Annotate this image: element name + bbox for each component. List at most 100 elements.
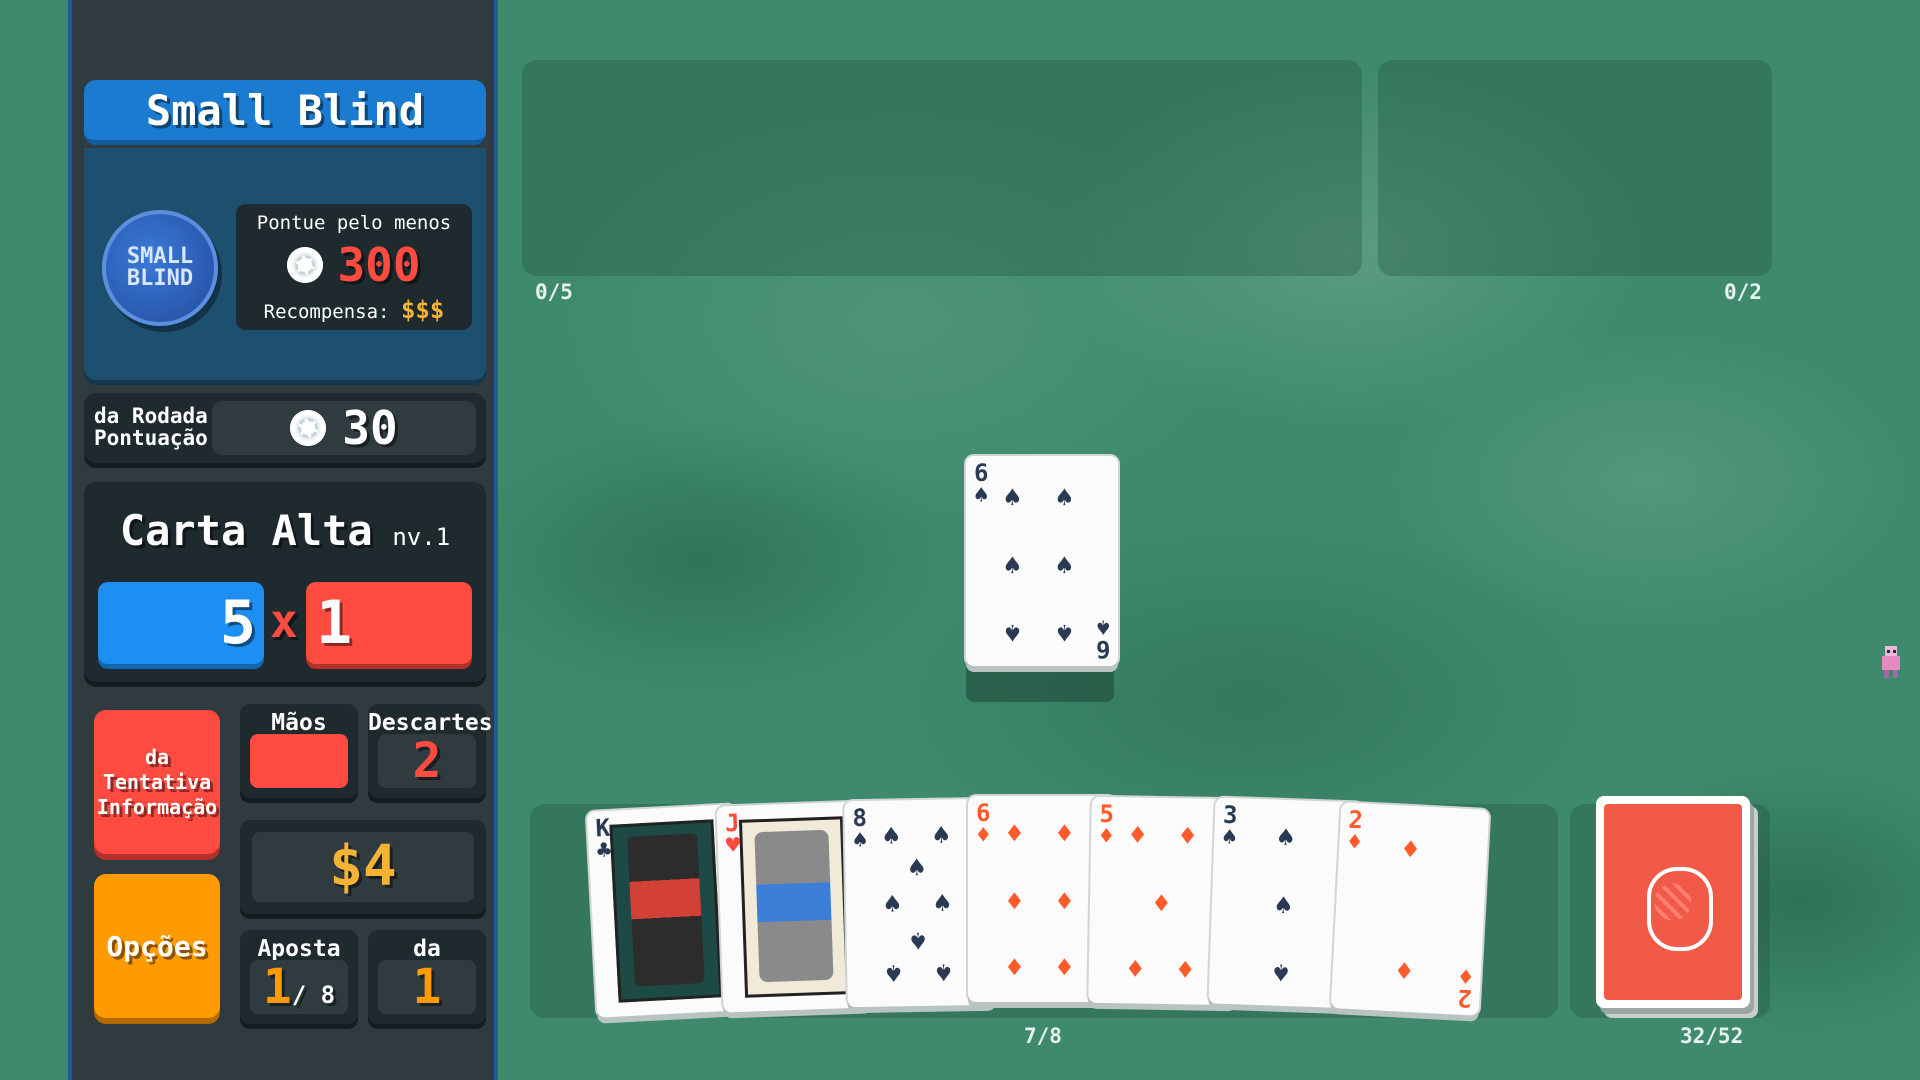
reward-label: Recompensa:	[263, 301, 390, 323]
diamond-pip-icon: ♦	[1394, 954, 1414, 989]
spade-pip-icon: ♠	[1274, 888, 1293, 923]
card-suit: ♠	[1221, 822, 1238, 852]
card-suit: ♦	[1098, 821, 1114, 851]
target-score: 300	[337, 238, 421, 292]
round-value: 1	[412, 959, 442, 1015]
joker-counter: 0/5	[535, 280, 573, 304]
played-card[interactable]: 6 ♠ ♠ ♠ ♠ ♠ ♠ ♠ 6 ♠	[966, 456, 1118, 666]
small-blind-chip-icon: SMALL BLIND	[102, 210, 218, 326]
played-card-corner: 6 ♠	[974, 461, 989, 509]
target-score-row: 300	[236, 238, 472, 292]
round-score-label-line1: da Rodada	[94, 404, 208, 428]
hands-remaining-panel: Mãos	[240, 704, 358, 798]
diamond-pip-icon: ♦	[1401, 832, 1420, 867]
round-score-box: 30	[212, 401, 476, 455]
discards-remaining-panel: Descartes 2	[368, 704, 493, 798]
round-value-box: 1	[378, 960, 476, 1014]
target-score-box: Pontue pelo menos 300 Recompensa: $$$	[236, 204, 472, 330]
hands-value	[250, 734, 348, 788]
hand-size-counter: 7/8	[1024, 1024, 1062, 1048]
hands-label: Mãos	[271, 710, 327, 736]
card-suit: ♦	[1457, 961, 1474, 991]
diamond-pip-icon: ♦	[1006, 951, 1023, 984]
blind-info-panel: SMALL BLIND Pontue pelo menos 300 Recomp…	[84, 148, 486, 380]
spade-pip-icon: ♠	[932, 818, 950, 852]
spade-pip-icon: ♠	[1056, 481, 1073, 514]
card-corner: 5 ♦	[1098, 800, 1114, 851]
deck-card-back	[1604, 804, 1742, 1000]
spade-pip-icon: ♠	[884, 956, 903, 990]
run-info-button[interactable]: da Tentativa Informação	[94, 710, 220, 854]
round-score-panel: da Rodada Pontuação 30	[84, 393, 486, 463]
reward-value: $$$	[400, 296, 445, 324]
chip-icon	[287, 247, 324, 283]
card-corner: K ♣	[595, 814, 612, 865]
deck-counter: 32/52	[1680, 1024, 1744, 1048]
diamond-pip-icon: ♦	[1006, 885, 1023, 918]
spade-pip-icon: ♠	[883, 887, 902, 921]
spade-pip-icon: ♠	[909, 923, 927, 958]
round-panel: da Rodada 1	[368, 930, 486, 1024]
diamond-pip-icon: ♦	[1056, 885, 1073, 918]
deck-pile[interactable]	[1596, 796, 1750, 1008]
diamond-pip-icon: ♦	[1178, 819, 1197, 853]
options-button[interactable]: Opções	[94, 874, 220, 1018]
card-corner: 2 ♦	[1346, 806, 1364, 857]
ante-value-box: 1/ 8	[250, 960, 348, 1014]
spade-pip-icon: ♠	[1056, 549, 1073, 582]
money-value: $4	[252, 832, 474, 902]
spade-pip-icon: ♠	[934, 955, 953, 989]
diamond-pip-icon: ♦	[1006, 817, 1023, 850]
hand-card-two-diamonds[interactable]: 2 ♦ ♦ ♦ 2 ♦	[1330, 802, 1490, 1016]
ante-panel: Aposta 1/ 8	[240, 930, 358, 1024]
chip-icon	[290, 410, 327, 446]
money-panel: $4	[240, 820, 486, 914]
spade-pip-icon: ♠	[1004, 549, 1021, 582]
target-label: Pontue pelo menos	[256, 212, 452, 234]
spade-pip-icon: ♠	[1056, 616, 1073, 649]
multiply-sign: x	[270, 594, 298, 648]
diamond-pip-icon: ♦	[1152, 886, 1171, 921]
spade-pip-icon: ♠	[908, 850, 926, 885]
pixel-character-icon	[1882, 646, 1900, 678]
reward-row: Recompensa: $$$	[236, 296, 472, 324]
card-suit: ♣	[596, 835, 612, 865]
diamond-pip-icon: ♦	[1128, 818, 1147, 852]
joker-slots-area	[522, 60, 1362, 276]
run-info-label-line2: Informação	[96, 794, 218, 819]
jack-face-art	[738, 816, 850, 998]
card-corner-bottom: 2 ♦	[1456, 961, 1474, 1013]
mult-value: 1	[306, 582, 472, 664]
consumable-counter: 0/2	[1724, 280, 1762, 304]
spade-pip-icon: ♠	[1004, 481, 1021, 514]
hand-type-panel: Carta Alta nv.1 5 x 1	[84, 482, 486, 682]
played-card-suit: ♠	[974, 481, 989, 509]
ante-value: 1	[262, 959, 292, 1015]
spade-pip-icon: ♠	[1276, 820, 1295, 855]
consumable-slots-area	[1378, 60, 1772, 276]
diamond-pip-icon: ♦	[1056, 951, 1073, 984]
spade-pip-icon: ♠	[933, 886, 952, 920]
card-corner: J ♥	[725, 809, 741, 860]
played-card-corner-bottom: 6 ♠	[1096, 613, 1110, 663]
diamond-pip-icon: ♦	[1126, 952, 1144, 986]
round-score-label-line2: Pontuação	[94, 426, 208, 450]
card-corner: 6 ♦	[976, 801, 990, 847]
blind-name-header: Small Blind	[84, 80, 486, 145]
king-face-art	[609, 819, 723, 1003]
card-corner: 8 ♠	[852, 804, 868, 855]
hand-level: nv.1	[392, 523, 451, 551]
ante-label: Aposta	[257, 936, 341, 962]
card-suit: ♦	[1346, 827, 1363, 857]
hand-name: Carta Alta	[119, 506, 373, 555]
card-suit: ♥	[725, 830, 741, 860]
diamond-pip-icon: ♦	[1176, 953, 1194, 987]
discards-value-box: 2	[378, 734, 476, 788]
chips-value: 5	[98, 582, 264, 664]
ante-max: / 8	[291, 981, 336, 1009]
spade-pip-icon: ♠	[1004, 616, 1021, 649]
deck-emblem-icon	[1647, 867, 1713, 951]
blind-chip-text: SMALL BLIND	[126, 244, 194, 291]
round-score-value: 30	[342, 401, 398, 455]
card-suit: ♠	[852, 825, 868, 855]
